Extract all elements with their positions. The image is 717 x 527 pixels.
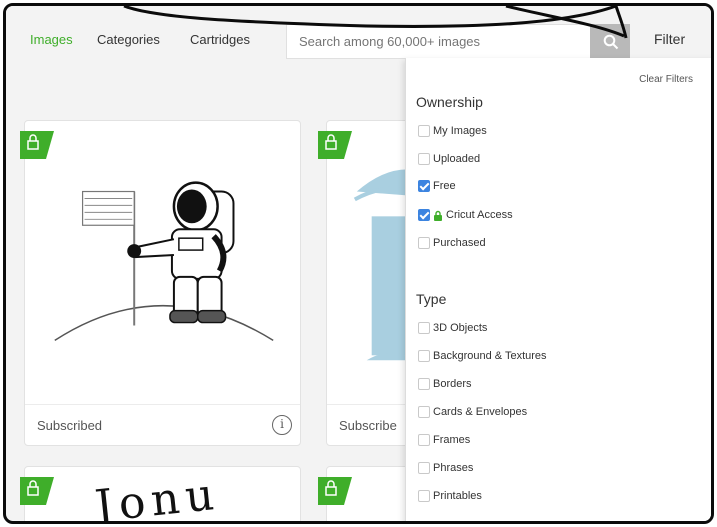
filter-option-frames[interactable]: Frames (418, 432, 470, 448)
search-button[interactable] (590, 24, 630, 59)
card-status: Subscribe (339, 418, 397, 433)
info-icon[interactable]: i (272, 415, 292, 435)
checkbox[interactable] (418, 434, 430, 446)
card-footer: Subscribed i (25, 404, 300, 445)
image-card[interactable]: Jonu (24, 466, 301, 524)
checkbox-checked[interactable] (418, 180, 430, 192)
tab-categories[interactable]: Categories (97, 32, 160, 47)
clear-filters-link[interactable]: Clear Filters (639, 74, 693, 85)
tab-images[interactable]: Images (30, 32, 73, 47)
checkbox[interactable] (418, 378, 430, 390)
checkbox[interactable] (418, 490, 430, 502)
lock-icon (318, 477, 352, 505)
lettering-image: Jonu (92, 468, 223, 524)
filter-dropdown: Clear Filters Ownership My Images Upload… (405, 58, 711, 521)
checkbox[interactable] (418, 462, 430, 474)
lock-icon (20, 131, 54, 159)
checkbox[interactable] (418, 153, 430, 165)
checkbox[interactable] (418, 406, 430, 418)
filter-option-printables[interactable]: Printables (418, 488, 482, 504)
checkbox[interactable] (418, 237, 430, 249)
search-icon (603, 34, 619, 50)
filter-option-phrases[interactable]: Phrases (418, 460, 473, 476)
checkbox[interactable] (418, 125, 430, 137)
filter-option-cricut-access[interactable]: Cricut Access (418, 207, 513, 223)
checkbox[interactable] (418, 322, 430, 334)
lock-icon (20, 477, 54, 505)
type-heading: Type (416, 291, 447, 307)
filter-option-background-textures[interactable]: Background & Textures (418, 348, 547, 364)
filter-option-cards-envelopes[interactable]: Cards & Envelopes (418, 404, 527, 420)
image-card[interactable]: Subscribed i (24, 120, 301, 446)
lock-icon (434, 210, 442, 221)
astronaut-image (54, 181, 274, 342)
card-status: Subscribed (37, 418, 103, 433)
tab-cartridges[interactable]: Cartridges (190, 32, 250, 47)
filter-option-uploaded[interactable]: Uploaded (418, 151, 480, 167)
filter-option-free[interactable]: Free (418, 178, 456, 194)
app-window: Images Categories Cartridges Filter (3, 3, 714, 524)
filter-option-3d-objects[interactable]: 3D Objects (418, 320, 487, 336)
ownership-heading: Ownership (416, 94, 483, 110)
checkbox-checked[interactable] (418, 209, 430, 221)
filter-option-borders[interactable]: Borders (418, 376, 472, 392)
search-input[interactable] (286, 24, 594, 59)
filter-button[interactable]: Filter (654, 31, 685, 47)
filter-option-purchased[interactable]: Purchased (418, 235, 486, 251)
filter-option-my-images[interactable]: My Images (418, 123, 487, 139)
lock-icon (318, 131, 352, 159)
checkbox[interactable] (418, 350, 430, 362)
